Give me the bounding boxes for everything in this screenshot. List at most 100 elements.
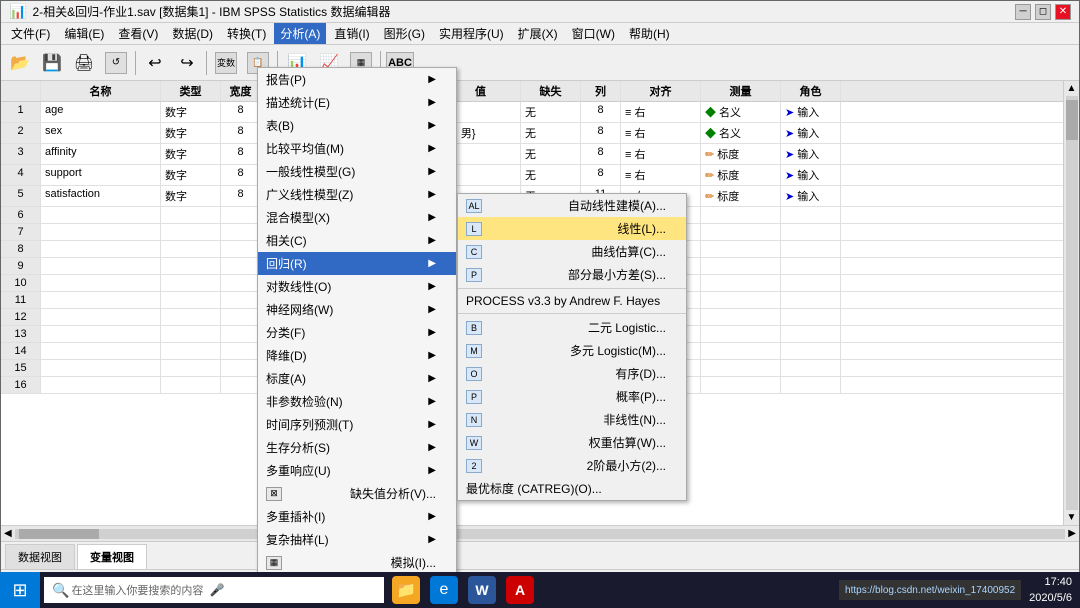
cell-measure[interactable] xyxy=(701,309,781,325)
menu-analyze-complexsampling[interactable]: 复杂抽样(L)▶ xyxy=(258,528,456,551)
cell-measure[interactable]: ◆ 名义 xyxy=(701,102,781,122)
goto-variable[interactable]: 変数 xyxy=(211,48,241,78)
menu-analyze-classify[interactable]: 分类(F)▶ xyxy=(258,321,456,344)
menu-analyze-glm[interactable]: 一般线性模型(G)▶ xyxy=(258,160,456,183)
cell-measure[interactable]: ✏ 标度 xyxy=(701,186,781,206)
menu-analyze-multipleimputation[interactable]: 多重插补(I)▶ xyxy=(258,505,456,528)
menu-analyze-neuralnet[interactable]: 神经网络(W)▶ xyxy=(258,298,456,321)
cell-measure[interactable] xyxy=(701,241,781,257)
cell-cols[interactable]: 8 xyxy=(581,123,621,143)
cell-role[interactable] xyxy=(781,326,841,342)
menu-reg-weightestimation[interactable]: W 权重估算(W)... xyxy=(458,431,686,454)
col-header-align[interactable]: 对齐 xyxy=(621,81,701,101)
menu-analyze-multiresponse[interactable]: 多重响应(U)▶ xyxy=(258,459,456,482)
menu-analyze-table[interactable]: 表(B)▶ xyxy=(258,114,456,137)
menu-file[interactable]: 文件(F) xyxy=(5,23,56,44)
cell-align[interactable]: ≡ 右 xyxy=(621,144,701,164)
cell-measure[interactable]: ✏ 标度 xyxy=(701,165,781,185)
cell-width[interactable] xyxy=(221,343,261,359)
cell-role[interactable] xyxy=(781,275,841,291)
cell-width[interactable] xyxy=(221,207,261,223)
cell-width[interactable] xyxy=(221,292,261,308)
scroll-left-button[interactable]: ◀ xyxy=(1,528,15,539)
menu-analyze-descriptive[interactable]: 描述统计(E)▶ xyxy=(258,91,456,114)
cell-type[interactable]: 数字 xyxy=(161,144,221,164)
menu-edit[interactable]: 编辑(E) xyxy=(58,23,110,44)
cell-name[interactable] xyxy=(41,241,161,257)
cell-missing[interactable]: 无 xyxy=(521,123,581,143)
cell-type[interactable] xyxy=(161,377,221,393)
menu-analyze-nonparametric[interactable]: 非参数检验(N)▶ xyxy=(258,390,456,413)
cell-role[interactable] xyxy=(781,360,841,376)
cell-name[interactable] xyxy=(41,309,161,325)
menu-analyze-correlate[interactable]: 相关(C)▶ xyxy=(258,229,456,252)
col-header-name[interactable]: 名称 xyxy=(41,81,161,101)
cell-measure[interactable]: ◆ 名义 xyxy=(701,123,781,143)
cell-role[interactable]: ➤ 输入 xyxy=(781,144,841,164)
cell-missing[interactable]: 无 xyxy=(521,165,581,185)
horizontal-scrollbar[interactable]: ◀ ▶ xyxy=(1,525,1079,541)
cell-measure[interactable] xyxy=(701,377,781,393)
hscroll-track[interactable] xyxy=(15,529,1066,539)
cell-type[interactable] xyxy=(161,224,221,240)
cell-type[interactable]: 数字 xyxy=(161,165,221,185)
cell-cols[interactable]: 8 xyxy=(581,165,621,185)
menu-directmarketing[interactable]: 直销(I) xyxy=(328,23,375,44)
scroll-track[interactable] xyxy=(1066,96,1078,510)
menu-analyze-dimensionreduction[interactable]: 降维(D)▶ xyxy=(258,344,456,367)
menu-graphs[interactable]: 图形(G) xyxy=(378,23,431,44)
cell-missing[interactable]: 无 xyxy=(521,144,581,164)
cell-name[interactable]: age xyxy=(41,102,161,122)
hscroll-thumb[interactable] xyxy=(19,529,99,539)
cell-align[interactable]: ≡ 右 xyxy=(621,102,701,122)
cell-measure[interactable] xyxy=(701,224,781,240)
cell-role[interactable]: ➤ 输入 xyxy=(781,165,841,185)
menu-reg-ordinal[interactable]: O 有序(D)... xyxy=(458,362,686,385)
cell-name[interactable] xyxy=(41,258,161,274)
vertical-scrollbar[interactable]: ▲ ▼ xyxy=(1063,81,1079,525)
recall-button[interactable]: ↺ xyxy=(101,48,131,78)
scroll-right-button[interactable]: ▶ xyxy=(1065,528,1079,539)
col-header-width[interactable]: 宽度 xyxy=(221,81,261,101)
col-header-type[interactable]: 类型 xyxy=(161,81,221,101)
cell-name[interactable] xyxy=(41,326,161,342)
minimize-button[interactable]: ─ xyxy=(1015,4,1031,20)
menu-analyze-regression[interactable]: 回归(R)▶ xyxy=(258,252,456,275)
grid-row[interactable]: 1 age 数字 8 无 无 8 ≡ 右 ◆ 名义 ➤ 输入 xyxy=(1,102,1063,123)
cell-align[interactable]: ≡ 右 xyxy=(621,123,701,143)
cell-name[interactable] xyxy=(41,377,161,393)
cell-type[interactable]: 数字 xyxy=(161,123,221,143)
menu-reg-linear[interactable]: L 线性(L)... xyxy=(458,217,686,240)
cell-role[interactable] xyxy=(781,343,841,359)
cell-width[interactable] xyxy=(221,275,261,291)
cell-name[interactable]: satisfaction xyxy=(41,186,161,206)
save-button[interactable]: 💾 xyxy=(37,48,67,78)
col-header-missing[interactable]: 缺失 xyxy=(521,81,581,101)
cell-width[interactable] xyxy=(221,224,261,240)
menu-reg-2sls[interactable]: 2 2阶最小方(2)... xyxy=(458,454,686,477)
cell-name[interactable]: affinity xyxy=(41,144,161,164)
cell-name[interactable]: sex xyxy=(41,123,161,143)
menu-analyze-timeseries[interactable]: 时间序列预测(T)▶ xyxy=(258,413,456,436)
cell-role[interactable]: ➤ 输入 xyxy=(781,102,841,122)
menu-analyze-loglinear[interactable]: 对数线性(O)▶ xyxy=(258,275,456,298)
cell-width[interactable] xyxy=(221,258,261,274)
cell-type[interactable] xyxy=(161,241,221,257)
menu-analyze-mixedmodels[interactable]: 混合模型(X)▶ xyxy=(258,206,456,229)
print-button[interactable]: 🖨 xyxy=(69,48,99,78)
taskbar-acrobat-icon[interactable]: A xyxy=(502,572,538,608)
cell-type[interactable] xyxy=(161,258,221,274)
cell-type[interactable] xyxy=(161,360,221,376)
cell-role[interactable] xyxy=(781,224,841,240)
restore-button[interactable]: ◻ xyxy=(1035,4,1051,20)
cell-measure[interactable] xyxy=(701,343,781,359)
cell-type[interactable] xyxy=(161,343,221,359)
menu-data[interactable]: 数据(D) xyxy=(166,23,219,44)
cell-name[interactable] xyxy=(41,292,161,308)
cell-type[interactable] xyxy=(161,309,221,325)
cell-type[interactable] xyxy=(161,292,221,308)
cell-measure[interactable]: ✏ 标度 xyxy=(701,144,781,164)
cell-role[interactable] xyxy=(781,309,841,325)
cell-name[interactable]: support xyxy=(41,165,161,185)
cell-type[interactable] xyxy=(161,275,221,291)
